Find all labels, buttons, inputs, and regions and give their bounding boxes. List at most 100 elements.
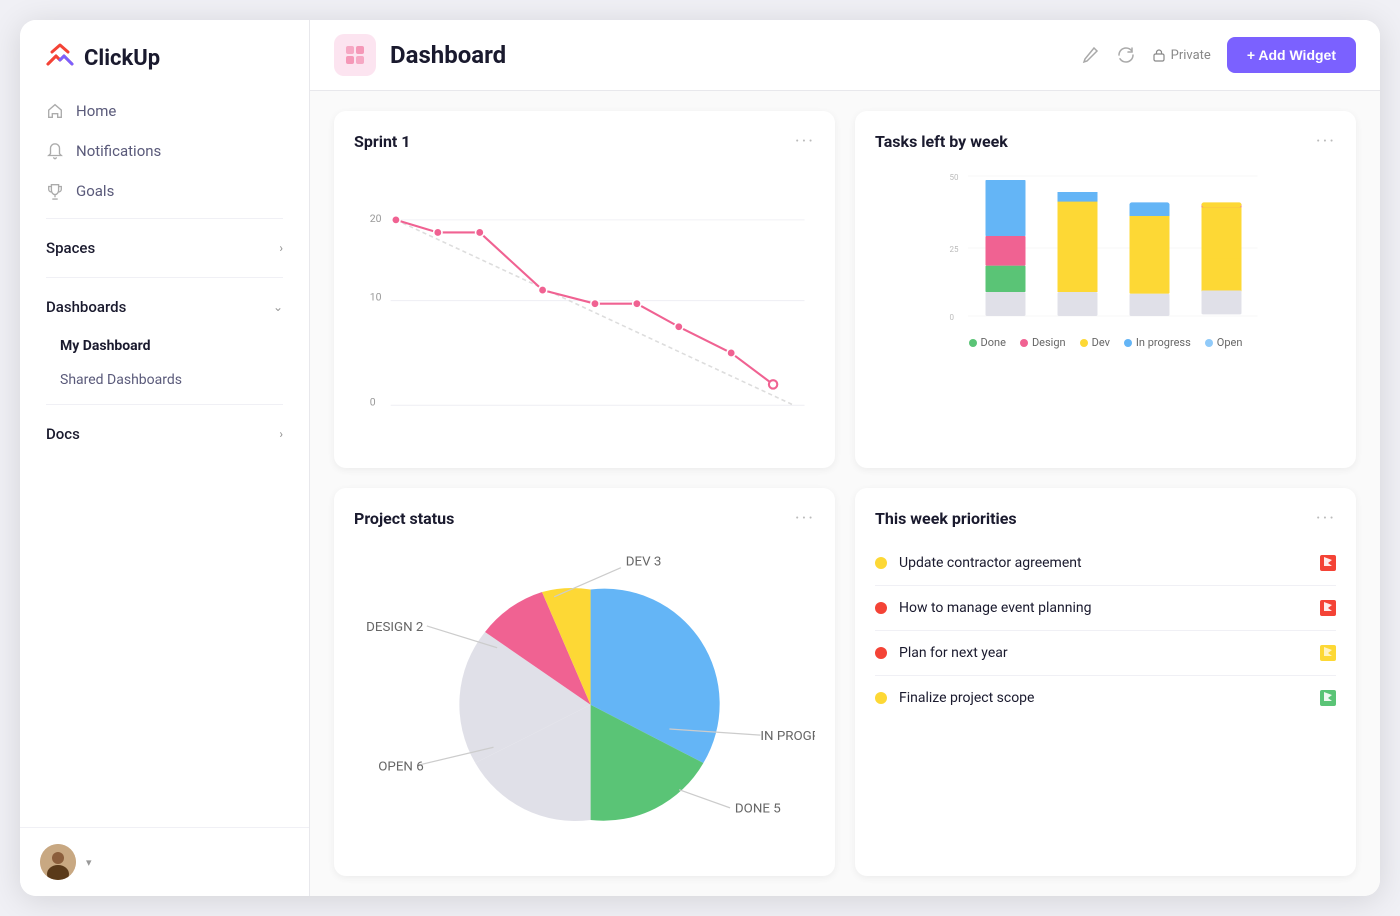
pie-chart-svg: DEV 3 DONE 5 IN PROGRESS 5 OPEN 6 DESIGN… [354,541,815,856]
sidebar-shared-dashboards-label: Shared Dashboards [60,372,182,388]
chevron-down-icon: ⌄ [273,300,283,314]
tasks-by-week-menu[interactable]: ··· [1316,131,1336,152]
bar-chart-legend: Done Design Dev In progress [875,336,1336,349]
sprint-widget: Sprint 1 ··· 20 10 0 [334,111,835,468]
sidebar-item-goals-label: Goals [76,182,114,200]
priority-item-1[interactable]: Update contractor agreement [875,541,1336,586]
legend-in-progress: In progress [1124,336,1191,349]
sidebar-item-docs[interactable]: Docs › [32,413,297,455]
lock-icon [1152,48,1166,62]
priority-dot-3 [875,647,887,659]
legend-in-progress-dot [1124,339,1132,347]
flag-icon-2 [1320,600,1336,616]
dashboard-grid-icon [343,43,367,67]
svg-text:DEV 3: DEV 3 [626,554,662,569]
sidebar-docs-label: Docs [46,425,80,443]
sidebar-item-my-dashboard[interactable]: My Dashboard [32,330,297,362]
legend-design-dot [1020,339,1028,347]
priority-item-3[interactable]: Plan for next year [875,631,1336,676]
sidebar-item-goals[interactable]: Goals [32,172,297,210]
legend-done-dot [969,339,977,347]
tasks-by-week-widget: Tasks left by week ··· 50 25 0 [855,111,1356,468]
topbar-left: Dashboard [334,34,506,76]
project-status-title: Project status [354,509,454,528]
svg-text:DESIGN 2: DESIGN 2 [366,619,423,634]
priorities-header: This week priorities ··· [875,508,1336,529]
priority-text-2: How to manage event planning [899,600,1308,616]
legend-open-dot [1205,339,1213,347]
sidebar-spaces-label: Spaces [46,239,95,257]
dashboard-icon-box [334,34,376,76]
priority-dot-1 [875,557,887,569]
avatar-chevron-icon[interactable]: ▾ [86,856,92,869]
sprint-chart-svg: 20 10 0 [354,164,815,448]
priorities-widget: This week priorities ··· Update contract… [855,488,1356,876]
sidebar-footer: ▾ [20,827,309,896]
sidebar-item-shared-dashboards[interactable]: Shared Dashboards [32,364,297,396]
logo-area: ClickUp [20,20,309,92]
pie-chart-area: DEV 3 DONE 5 IN PROGRESS 5 OPEN 6 DESIGN… [354,541,815,856]
chevron-right-icon: › [279,241,283,255]
trophy-icon [46,182,64,200]
sprint-chart: 20 10 0 [354,164,815,448]
project-status-header: Project status ··· [354,508,815,529]
sprint-widget-menu[interactable]: ··· [795,131,815,152]
project-status-widget: Project status ··· [334,488,835,876]
legend-dev: Dev [1080,336,1110,349]
bar-chart-area: 50 25 0 [875,164,1336,448]
clickup-logo-icon [44,42,76,74]
sidebar-item-dashboards[interactable]: Dashboards ⌄ [32,286,297,328]
legend-done-label: Done [981,336,1006,349]
project-status-menu[interactable]: ··· [795,508,815,529]
priority-text-3: Plan for next year [899,645,1308,661]
topbar-right: Private + Add Widget [1080,37,1356,73]
app-name: ClickUp [84,46,160,71]
priority-text-1: Update contractor agreement [899,555,1308,571]
private-badge[interactable]: Private [1152,48,1211,63]
legend-open: Open [1205,336,1243,349]
sidebar-item-notifications[interactable]: Notifications [32,132,297,170]
svg-text:25: 25 [950,245,959,254]
legend-design: Design [1020,336,1066,349]
refresh-icon[interactable] [1116,45,1136,65]
add-widget-button[interactable]: + Add Widget [1227,37,1356,73]
priority-item-4[interactable]: Finalize project scope [875,676,1336,720]
avatar[interactable] [40,844,76,880]
nav-divider-1 [46,218,283,219]
priority-item-2[interactable]: How to manage event planning [875,586,1336,631]
svg-text:DONE 5: DONE 5 [735,801,781,816]
svg-text:0: 0 [370,395,376,408]
flag-icon-4 [1320,690,1336,706]
svg-text:OPEN 6: OPEN 6 [378,759,423,774]
priority-text-4: Finalize project scope [899,690,1308,706]
svg-text:10: 10 [370,291,382,304]
tasks-by-week-title: Tasks left by week [875,132,1008,151]
avatar-image [40,844,76,880]
chevron-right-docs-icon: › [279,427,283,441]
sidebar-item-home[interactable]: Home [32,92,297,130]
bell-icon [46,142,64,160]
visibility-label: Private [1171,48,1211,63]
legend-done: Done [969,336,1006,349]
sidebar-item-home-label: Home [76,102,116,120]
sidebar-item-notifications-label: Notifications [76,142,161,160]
bar-chart-svg: 50 25 0 [875,164,1336,324]
legend-dev-dot [1080,339,1088,347]
nav-divider-2 [46,277,283,278]
main-content: Dashboard Private [310,20,1380,896]
sidebar-navigation: Home Notifications Goals [20,92,309,827]
svg-text:50: 50 [950,173,959,182]
sidebar-item-spaces[interactable]: Spaces › [32,227,297,269]
priority-dot-2 [875,602,887,614]
edit-icon[interactable] [1080,45,1100,65]
sidebar: ClickUp Home Notifications [20,20,310,896]
sidebar-dashboards-label: Dashboards [46,298,126,316]
sprint-widget-header: Sprint 1 ··· [354,131,815,152]
nav-divider-3 [46,404,283,405]
legend-in-progress-label: In progress [1136,336,1191,349]
sprint-widget-title: Sprint 1 [354,132,410,151]
priorities-menu[interactable]: ··· [1316,508,1336,529]
legend-open-label: Open [1217,336,1243,349]
flag-icon-1 [1320,555,1336,571]
dashboard-grid: Sprint 1 ··· 20 10 0 [310,91,1380,896]
